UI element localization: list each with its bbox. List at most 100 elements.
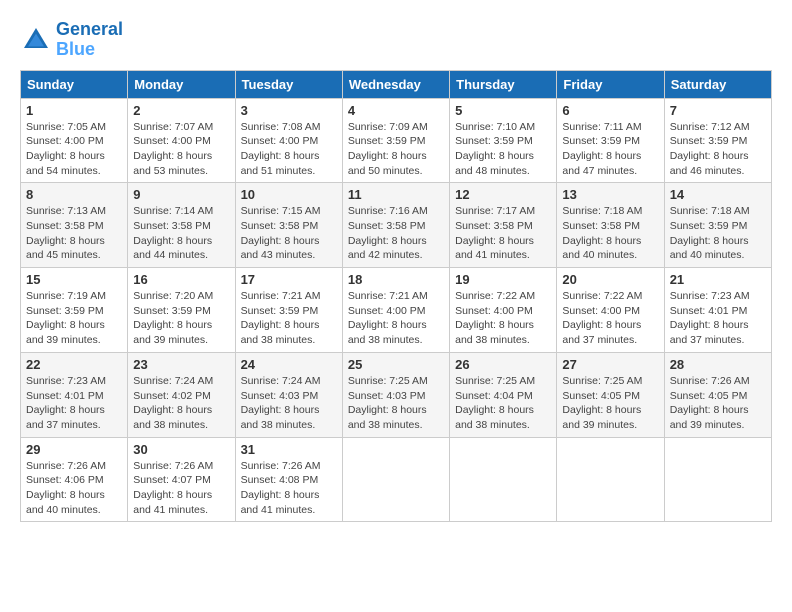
calendar-cell: 22 Sunrise: 7:23 AMSunset: 4:01 PMDayligh… (21, 352, 128, 437)
day-number: 1 (26, 103, 122, 118)
day-number: 11 (348, 187, 444, 202)
day-info: Sunrise: 7:18 AMSunset: 3:59 PMDaylight:… (670, 204, 766, 263)
calendar-cell: 18 Sunrise: 7:21 AMSunset: 4:00 PMDayligh… (342, 268, 449, 353)
day-number: 20 (562, 272, 658, 287)
day-number: 17 (241, 272, 337, 287)
logo-text: General Blue (56, 20, 123, 60)
day-info: Sunrise: 7:26 AMSunset: 4:08 PMDaylight:… (241, 459, 337, 518)
calendar-cell: 11 Sunrise: 7:16 AMSunset: 3:58 PMDayligh… (342, 183, 449, 268)
day-info: Sunrise: 7:18 AMSunset: 3:58 PMDaylight:… (562, 204, 658, 263)
day-info: Sunrise: 7:11 AMSunset: 3:59 PMDaylight:… (562, 120, 658, 179)
day-number: 22 (26, 357, 122, 372)
day-info: Sunrise: 7:19 AMSunset: 3:59 PMDaylight:… (26, 289, 122, 348)
day-number: 19 (455, 272, 551, 287)
day-number: 3 (241, 103, 337, 118)
day-info: Sunrise: 7:22 AMSunset: 4:00 PMDaylight:… (455, 289, 551, 348)
calendar-cell: 29Sunrise: 7:26 AMSunset: 4:06 PMDayligh… (21, 437, 128, 522)
day-info: Sunrise: 7:26 AMSunset: 4:05 PMDaylight:… (670, 374, 766, 433)
day-info: Sunrise: 7:16 AMSunset: 3:58 PMDaylight:… (348, 204, 444, 263)
day-info: Sunrise: 7:25 AMSunset: 4:05 PMDaylight:… (562, 374, 658, 433)
calendar-cell: 16 Sunrise: 7:20 AMSunset: 3:59 PMDayligh… (128, 268, 235, 353)
page-header: General Blue (20, 20, 772, 60)
day-number: 4 (348, 103, 444, 118)
day-info: Sunrise: 7:25 AMSunset: 4:04 PMDaylight:… (455, 374, 551, 433)
logo: General Blue (20, 20, 123, 60)
calendar-cell: 20 Sunrise: 7:22 AMSunset: 4:00 PMDayligh… (557, 268, 664, 353)
calendar-cell: 31 Sunrise: 7:26 AMSunset: 4:08 PMDayligh… (235, 437, 342, 522)
day-info: Sunrise: 7:07 AMSunset: 4:00 PMDaylight:… (133, 120, 229, 179)
day-number: 15 (26, 272, 122, 287)
day-info: Sunrise: 7:10 AMSunset: 3:59 PMDaylight:… (455, 120, 551, 179)
calendar-cell (557, 437, 664, 522)
calendar-cell: 24 Sunrise: 7:24 AMSunset: 4:03 PMDayligh… (235, 352, 342, 437)
day-info: Sunrise: 7:26 AMSunset: 4:07 PMDaylight:… (133, 459, 229, 518)
calendar-table: SundayMondayTuesdayWednesdayThursdayFrid… (20, 70, 772, 523)
day-number: 7 (670, 103, 766, 118)
calendar-cell (342, 437, 449, 522)
weekday-header-sunday: Sunday (21, 70, 128, 98)
calendar-cell: 5 Sunrise: 7:10 AMSunset: 3:59 PMDaylight… (450, 98, 557, 183)
day-info: Sunrise: 7:21 AMSunset: 4:00 PMDaylight:… (348, 289, 444, 348)
day-number: 10 (241, 187, 337, 202)
day-info: Sunrise: 7:24 AMSunset: 4:03 PMDaylight:… (241, 374, 337, 433)
calendar-cell: 30 Sunrise: 7:26 AMSunset: 4:07 PMDayligh… (128, 437, 235, 522)
calendar-cell: 9 Sunrise: 7:14 AMSunset: 3:58 PMDaylight… (128, 183, 235, 268)
calendar-cell: 17 Sunrise: 7:21 AMSunset: 3:59 PMDayligh… (235, 268, 342, 353)
day-info: Sunrise: 7:08 AMSunset: 4:00 PMDaylight:… (241, 120, 337, 179)
logo-icon (20, 24, 52, 56)
calendar-cell: 2 Sunrise: 7:07 AMSunset: 4:00 PMDaylight… (128, 98, 235, 183)
day-info: Sunrise: 7:13 AMSunset: 3:58 PMDaylight:… (26, 204, 122, 263)
day-number: 26 (455, 357, 551, 372)
day-info: Sunrise: 7:17 AMSunset: 3:58 PMDaylight:… (455, 204, 551, 263)
day-info: Sunrise: 7:23 AMSunset: 4:01 PMDaylight:… (670, 289, 766, 348)
day-info: Sunrise: 7:05 AMSunset: 4:00 PMDaylight:… (26, 120, 122, 179)
calendar-cell: 15 Sunrise: 7:19 AMSunset: 3:59 PMDayligh… (21, 268, 128, 353)
calendar-week-4: 22 Sunrise: 7:23 AMSunset: 4:01 PMDayligh… (21, 352, 772, 437)
calendar-cell: 23Sunrise: 7:24 AMSunset: 4:02 PMDayligh… (128, 352, 235, 437)
day-number: 6 (562, 103, 658, 118)
calendar-cell: 26 Sunrise: 7:25 AMSunset: 4:04 PMDayligh… (450, 352, 557, 437)
calendar-week-2: 8 Sunrise: 7:13 AMSunset: 3:58 PMDaylight… (21, 183, 772, 268)
day-number: 2 (133, 103, 229, 118)
day-info: Sunrise: 7:23 AMSunset: 4:01 PMDaylight:… (26, 374, 122, 433)
weekday-header-saturday: Saturday (664, 70, 771, 98)
day-number: 14 (670, 187, 766, 202)
day-info: Sunrise: 7:22 AMSunset: 4:00 PMDaylight:… (562, 289, 658, 348)
calendar-cell: 27 Sunrise: 7:25 AMSunset: 4:05 PMDayligh… (557, 352, 664, 437)
calendar-cell (664, 437, 771, 522)
calendar-cell: 3 Sunrise: 7:08 AMSunset: 4:00 PMDaylight… (235, 98, 342, 183)
day-number: 16 (133, 272, 229, 287)
weekday-header-thursday: Thursday (450, 70, 557, 98)
day-info: Sunrise: 7:12 AMSunset: 3:59 PMDaylight:… (670, 120, 766, 179)
day-info: Sunrise: 7:09 AMSunset: 3:59 PMDaylight:… (348, 120, 444, 179)
calendar-cell: 4 Sunrise: 7:09 AMSunset: 3:59 PMDaylight… (342, 98, 449, 183)
calendar-cell (450, 437, 557, 522)
weekday-header-row: SundayMondayTuesdayWednesdayThursdayFrid… (21, 70, 772, 98)
calendar-cell: 25Sunrise: 7:25 AMSunset: 4:03 PMDayligh… (342, 352, 449, 437)
day-number: 13 (562, 187, 658, 202)
day-number: 5 (455, 103, 551, 118)
day-number: 9 (133, 187, 229, 202)
calendar-cell: 19 Sunrise: 7:22 AMSunset: 4:00 PMDayligh… (450, 268, 557, 353)
day-info: Sunrise: 7:14 AMSunset: 3:58 PMDaylight:… (133, 204, 229, 263)
calendar-cell: 10Sunrise: 7:15 AMSunset: 3:58 PMDayligh… (235, 183, 342, 268)
day-number: 31 (241, 442, 337, 457)
day-info: Sunrise: 7:24 AMSunset: 4:02 PMDaylight:… (133, 374, 229, 433)
calendar-week-1: 1 Sunrise: 7:05 AMSunset: 4:00 PMDaylight… (21, 98, 772, 183)
weekday-header-monday: Monday (128, 70, 235, 98)
day-number: 30 (133, 442, 229, 457)
day-info: Sunrise: 7:26 AMSunset: 4:06 PMDaylight:… (26, 459, 122, 518)
day-info: Sunrise: 7:21 AMSunset: 3:59 PMDaylight:… (241, 289, 337, 348)
day-number: 18 (348, 272, 444, 287)
day-number: 8 (26, 187, 122, 202)
day-number: 24 (241, 357, 337, 372)
calendar-cell: 6 Sunrise: 7:11 AMSunset: 3:59 PMDaylight… (557, 98, 664, 183)
day-number: 12 (455, 187, 551, 202)
calendar-cell: 8 Sunrise: 7:13 AMSunset: 3:58 PMDaylight… (21, 183, 128, 268)
calendar-week-5: 29Sunrise: 7:26 AMSunset: 4:06 PMDayligh… (21, 437, 772, 522)
day-number: 27 (562, 357, 658, 372)
day-info: Sunrise: 7:20 AMSunset: 3:59 PMDaylight:… (133, 289, 229, 348)
day-info: Sunrise: 7:25 AMSunset: 4:03 PMDaylight:… (348, 374, 444, 433)
calendar-cell: 13 Sunrise: 7:18 AMSunset: 3:58 PMDayligh… (557, 183, 664, 268)
weekday-header-wednesday: Wednesday (342, 70, 449, 98)
